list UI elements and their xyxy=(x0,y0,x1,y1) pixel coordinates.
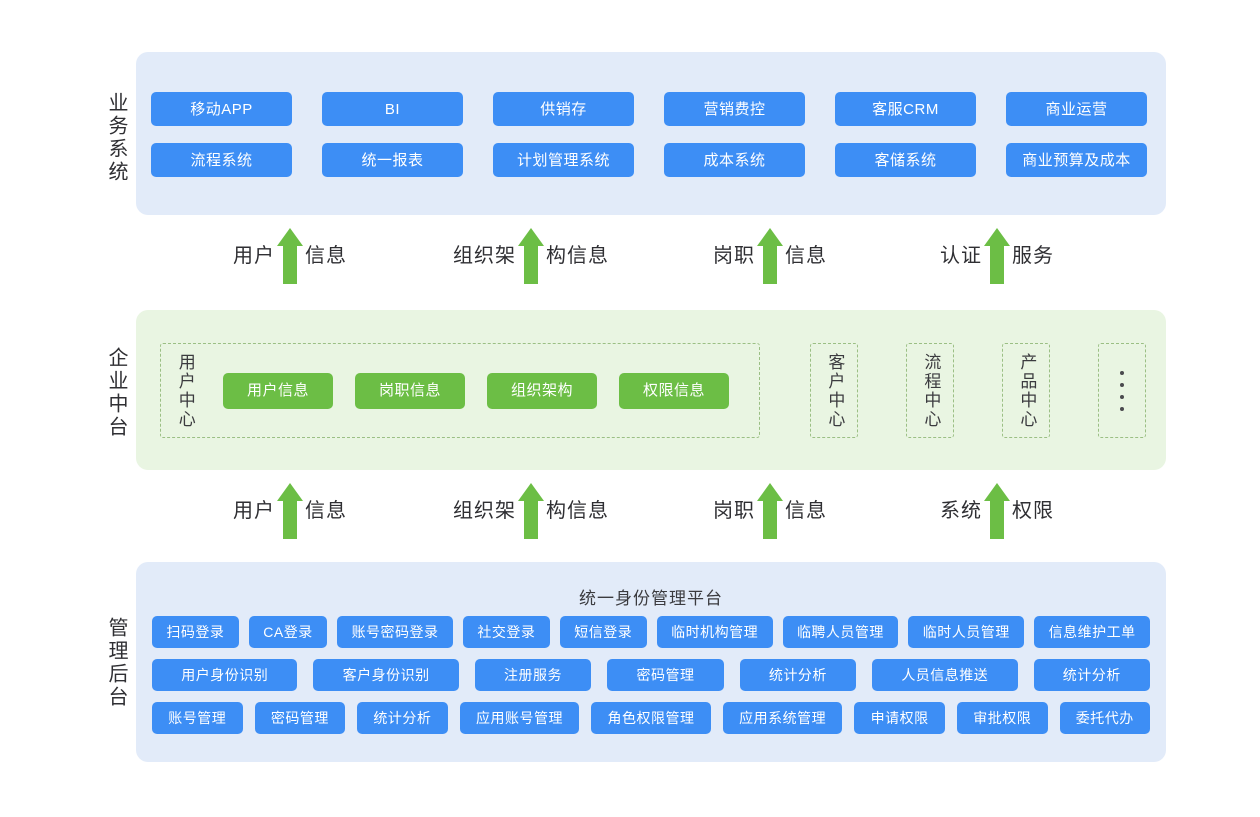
midplatform-chip[interactable]: 岗职信息 xyxy=(355,372,465,409)
business-chip[interactable]: 客服CRM xyxy=(835,92,976,126)
admin-chip[interactable]: 审批权限 xyxy=(956,702,1048,734)
arrow-flow-item: 岗职 信息 xyxy=(713,483,827,539)
section-label-admin: 管理后台 xyxy=(105,616,127,709)
arrow-band-lower: 用户 信息 组织架 构信息 岗职 信息 系统 权限 xyxy=(0,483,1260,543)
admin-chip[interactable]: 应用账号管理 xyxy=(459,702,580,734)
admin-chip[interactable]: CA登录 xyxy=(248,616,328,648)
section-label-midplatform: 企业中台 xyxy=(105,346,127,439)
up-arrow-icon xyxy=(277,483,303,539)
arrow-band-upper: 用户 信息 组织架 构信息 岗职 信息 认证 服务 xyxy=(0,228,1260,288)
arrow-label-right: 构信息 xyxy=(546,500,609,522)
admin-chip[interactable]: 统计分析 xyxy=(1033,659,1150,691)
business-chip[interactable]: 流程系统 xyxy=(151,143,292,177)
up-arrow-icon xyxy=(757,483,783,539)
user-center-label: 用户中心 xyxy=(175,352,195,429)
user-center-label-wrap: 用户中心 xyxy=(175,344,195,437)
admin-chip[interactable]: 短信登录 xyxy=(559,616,647,648)
admin-chip[interactable]: 临时机构管理 xyxy=(656,616,773,648)
business-chip[interactable]: BI xyxy=(322,92,463,126)
center-box-customer[interactable]: 客户中心 xyxy=(810,343,858,438)
business-chip[interactable]: 移动APP xyxy=(151,92,292,126)
up-arrow-icon xyxy=(757,228,783,284)
admin-row-2: 用户身份识别 客户身份识别 注册服务 密码管理 统计分析 人员信息推送 统计分析 xyxy=(152,659,1150,691)
admin-chip[interactable]: 信息维护工单 xyxy=(1034,616,1151,648)
admin-chip[interactable]: 扫码登录 xyxy=(152,616,239,648)
admin-chip[interactable]: 申请权限 xyxy=(854,702,945,734)
vertical-ellipsis-icon xyxy=(1120,370,1124,411)
business-chip[interactable]: 客储系统 xyxy=(835,143,976,177)
admin-chip[interactable]: 应用系统管理 xyxy=(722,702,843,734)
admin-chip[interactable]: 密码管理 xyxy=(607,659,724,691)
arrow-label-left: 用户 xyxy=(233,245,275,267)
admin-chip[interactable]: 临聘人员管理 xyxy=(782,616,899,648)
business-row-1: 移动APP BI 供销存 营销费控 客服CRM 商业运营 xyxy=(151,92,1147,126)
arrow-label-left: 岗职 xyxy=(713,245,755,267)
admin-chip[interactable]: 用户身份识别 xyxy=(152,659,298,691)
admin-chip[interactable]: 角色权限管理 xyxy=(591,702,711,734)
arrow-flow-item: 用户 信息 xyxy=(233,483,347,539)
business-row-2: 流程系统 统一报表 计划管理系统 成本系统 客储系统 商业预算及成本 xyxy=(151,143,1147,177)
admin-chip[interactable]: 账号管理 xyxy=(152,702,243,734)
business-chip[interactable]: 商业运营 xyxy=(1006,92,1147,126)
admin-chip[interactable]: 统计分析 xyxy=(739,659,857,691)
user-center-group: 用户中心 用户信息 岗职信息 组织架构 权限信息 xyxy=(160,343,760,438)
arrow-label-left: 系统 xyxy=(940,500,982,522)
up-arrow-icon xyxy=(518,228,544,284)
arrow-label-left: 组织架 xyxy=(453,500,516,522)
admin-chip[interactable]: 客户身份识别 xyxy=(313,659,459,691)
business-chip[interactable]: 商业预算及成本 xyxy=(1006,143,1147,177)
architecture-diagram: 业务系统 移动APP BI 供销存 营销费控 客服CRM 商业运营 流程系统 统… xyxy=(0,0,1260,817)
arrow-flow-item: 组织架 构信息 xyxy=(453,228,609,284)
up-arrow-icon xyxy=(277,228,303,284)
admin-chip[interactable]: 注册服务 xyxy=(474,659,592,691)
arrow-label-right: 服务 xyxy=(1012,245,1054,267)
arrow-label-left: 组织架 xyxy=(453,245,516,267)
admin-row-1: 扫码登录 CA登录 账号密码登录 社交登录 短信登录 临时机构管理 临聘人员管理… xyxy=(152,616,1151,648)
center-label: 产品中心 xyxy=(1017,352,1037,429)
up-arrow-icon xyxy=(984,483,1010,539)
center-label: 流程中心 xyxy=(921,352,941,429)
center-box-product[interactable]: 产品中心 xyxy=(1002,343,1050,438)
midplatform-chip[interactable]: 用户信息 xyxy=(223,372,333,409)
arrow-label-right: 权限 xyxy=(1012,500,1054,522)
arrow-label-right: 构信息 xyxy=(546,245,609,267)
business-chip[interactable]: 统一报表 xyxy=(322,143,463,177)
up-arrow-icon xyxy=(984,228,1010,284)
up-arrow-icon xyxy=(518,483,544,539)
business-chip[interactable]: 营销费控 xyxy=(664,92,805,126)
business-chip[interactable]: 供销存 xyxy=(493,92,634,126)
arrow-label-left: 认证 xyxy=(940,245,982,267)
admin-panel-title: 统一身份管理平台 xyxy=(579,589,723,608)
center-label: 客户中心 xyxy=(825,352,845,429)
admin-row-3: 账号管理 密码管理 统计分析 应用账号管理 角色权限管理 应用系统管理 申请权限… xyxy=(152,702,1151,734)
arrow-label-right: 信息 xyxy=(785,245,827,267)
admin-chip[interactable]: 密码管理 xyxy=(254,702,346,734)
arrow-flow-item: 岗职 信息 xyxy=(713,228,827,284)
center-box-more[interactable] xyxy=(1098,343,1146,438)
center-box-process[interactable]: 流程中心 xyxy=(906,343,954,438)
arrow-label-right: 信息 xyxy=(305,245,347,267)
admin-chip[interactable]: 临时人员管理 xyxy=(908,616,1025,648)
midplatform-chip[interactable]: 权限信息 xyxy=(619,372,729,409)
midplatform-chip[interactable]: 组织架构 xyxy=(487,372,597,409)
admin-chip[interactable]: 统计分析 xyxy=(357,702,448,734)
arrow-flow-item: 系统 权限 xyxy=(940,483,1054,539)
business-chip[interactable]: 计划管理系统 xyxy=(493,143,634,177)
admin-chip[interactable]: 社交登录 xyxy=(462,616,550,648)
business-system-panel xyxy=(136,52,1166,215)
user-center-chip-row: 用户信息 岗职信息 组织架构 权限信息 xyxy=(223,344,749,437)
business-chip[interactable]: 成本系统 xyxy=(664,143,805,177)
arrow-label-right: 信息 xyxy=(785,500,827,522)
section-label-business: 业务系统 xyxy=(105,91,127,184)
admin-chip[interactable]: 委托代办 xyxy=(1059,702,1151,734)
arrow-label-left: 用户 xyxy=(233,500,275,522)
arrow-label-left: 岗职 xyxy=(713,500,755,522)
arrow-flow-item: 组织架 构信息 xyxy=(453,483,609,539)
arrow-label-right: 信息 xyxy=(305,500,347,522)
arrow-flow-item: 用户 信息 xyxy=(233,228,347,284)
admin-chip[interactable]: 账号密码登录 xyxy=(337,616,453,648)
admin-chip[interactable]: 人员信息推送 xyxy=(872,659,1018,691)
arrow-flow-item: 认证 服务 xyxy=(940,228,1054,284)
